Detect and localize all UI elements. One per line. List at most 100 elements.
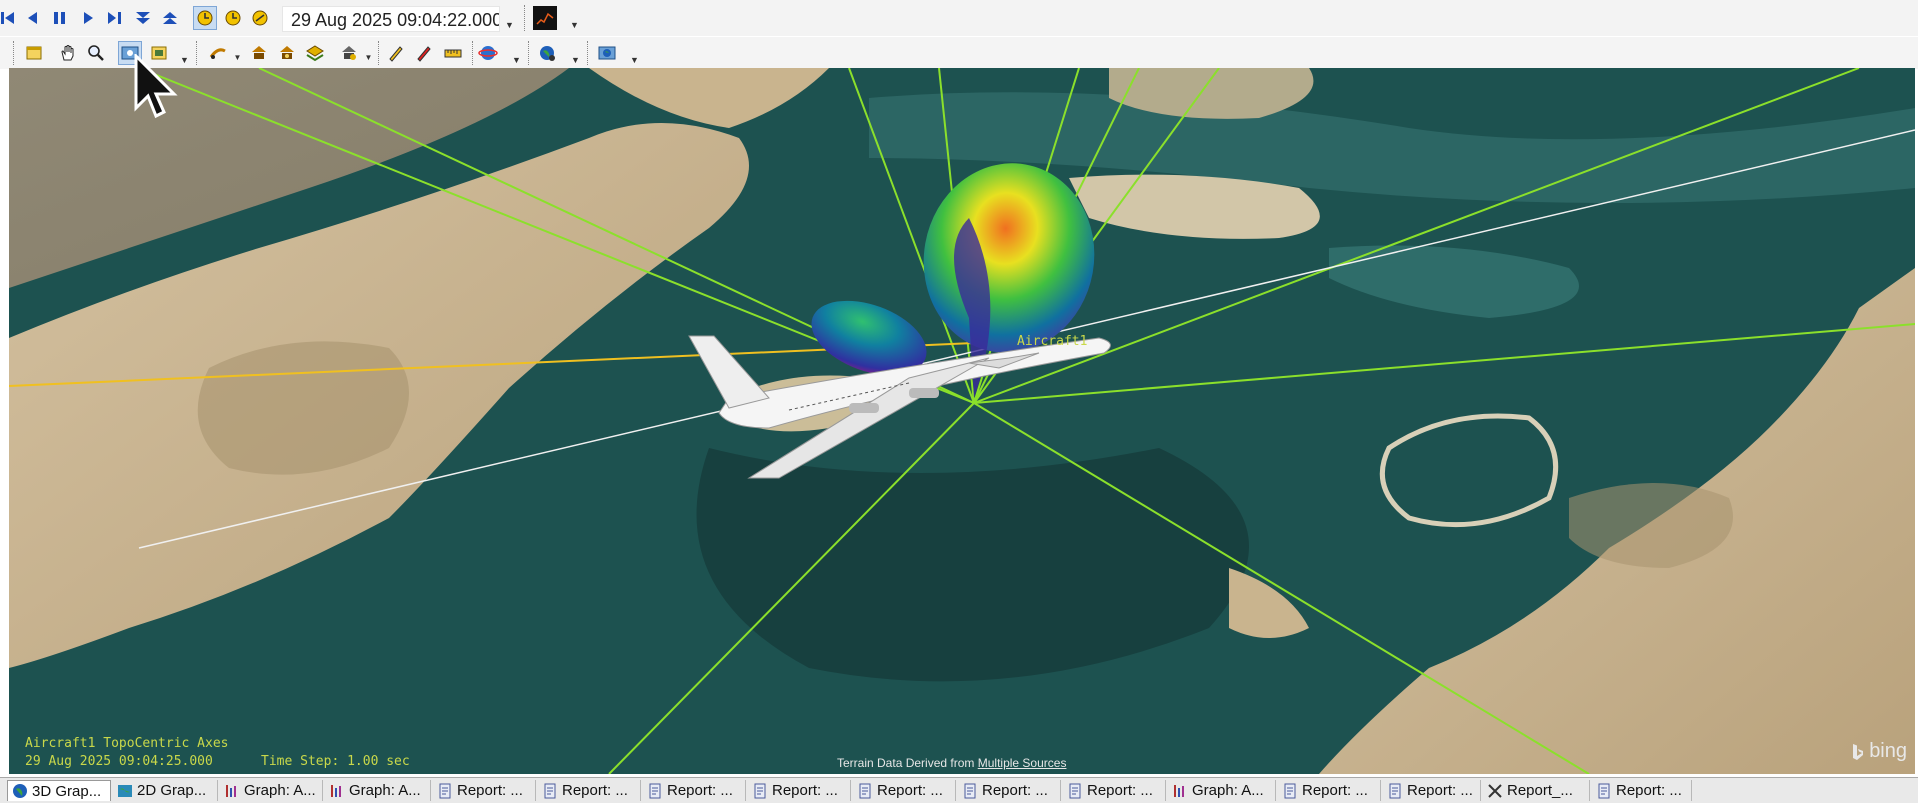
terrain-credit: Terrain Data Derived from Multiple Sourc… xyxy=(837,756,1066,770)
graph-icon xyxy=(1171,782,1188,799)
report-icon xyxy=(1281,782,1298,799)
ruler-icon[interactable] xyxy=(441,41,465,65)
tab-1[interactable]: 3D Grap... xyxy=(7,780,111,801)
tab-label: Report: ... xyxy=(1087,782,1153,799)
current-time-field[interactable]: 29 Aug 2025 09:04:22.000 xyxy=(282,6,500,32)
tab-label: Report: ... xyxy=(1302,782,1368,799)
tab-6[interactable]: Report: ... xyxy=(538,780,641,801)
report-icon xyxy=(751,782,768,799)
realtime-icon[interactable] xyxy=(193,6,217,30)
bing-b-icon xyxy=(1853,743,1864,760)
tools-icon xyxy=(1486,782,1503,799)
tab-16[interactable]: Report: ... xyxy=(1592,780,1692,801)
increase-time-step-icon[interactable] xyxy=(158,6,182,30)
globe-3d-icon xyxy=(11,783,28,800)
chart-dropdown-arrow[interactable]: ▼ xyxy=(570,8,579,30)
measure-dropdown-arrow[interactable]: ▼ xyxy=(233,40,242,62)
reset-icon[interactable] xyxy=(0,6,20,30)
sensor-icon[interactable] xyxy=(275,41,299,65)
zoom-icon[interactable] xyxy=(84,41,108,65)
graph-icon xyxy=(328,782,345,799)
tab-label: 3D Grap... xyxy=(32,782,102,800)
tab-label: Report_... xyxy=(1507,782,1573,799)
toolbar-separator xyxy=(587,41,590,65)
window-tab-strip: 3D Grap... 2D Grap... Graph: A... Graph: A.… xyxy=(0,777,1918,803)
step-back-icon[interactable] xyxy=(20,6,44,30)
terrain-credit-text: Terrain Data Derived from xyxy=(837,756,975,770)
report-icon xyxy=(646,782,663,799)
animation-toolbar: 29 Aug 2025 09:04:22.000 ▼ ▼ xyxy=(0,0,1918,37)
toolbar-separator xyxy=(472,41,475,65)
globe-icon[interactable] xyxy=(535,41,559,65)
x-realtime-icon[interactable] xyxy=(221,6,245,30)
properties-icon[interactable] xyxy=(22,41,46,65)
terrain-credit-link[interactable]: Multiple Sources xyxy=(978,756,1067,770)
tab-label: Report: ... xyxy=(772,782,838,799)
pan-hand-icon[interactable] xyxy=(56,41,80,65)
globe-object-icon[interactable] xyxy=(247,41,271,65)
access-icon[interactable] xyxy=(337,41,361,65)
save-image-icon[interactable] xyxy=(595,41,619,65)
tab-15[interactable]: Report_... xyxy=(1483,780,1590,801)
toolbar-separator xyxy=(378,41,381,65)
tab-14[interactable]: Report: ... xyxy=(1383,780,1481,801)
report-icon xyxy=(436,782,453,799)
tab-label: Report: ... xyxy=(1407,782,1473,799)
graph-icon xyxy=(223,782,240,799)
3d-globe-viewport[interactable]: Aircraft1 Aircraft1 TopoCentric Axes 29 … xyxy=(9,68,1915,774)
tab-12[interactable]: Graph: A... xyxy=(1168,780,1276,801)
tab-label: Report: ... xyxy=(667,782,733,799)
image-dropdown-arrow[interactable]: ▼ xyxy=(630,43,639,65)
toolbar-separator xyxy=(524,5,527,31)
time-dropdown-arrow[interactable]: ▼ xyxy=(505,8,514,30)
tab-10[interactable]: Report: ... xyxy=(958,780,1061,801)
tab-label: Graph: A... xyxy=(244,782,316,799)
play-icon[interactable] xyxy=(76,6,100,30)
pause-icon[interactable] xyxy=(48,6,72,30)
marker-pen-icon[interactable] xyxy=(412,41,436,65)
tab-9[interactable]: Report: ... xyxy=(853,780,956,801)
toolbar-separator xyxy=(528,41,531,65)
step-forward-icon[interactable] xyxy=(103,6,127,30)
view-dropdown-arrow[interactable]: ▼ xyxy=(180,43,189,65)
aircraft-label: Aircraft1 xyxy=(1017,334,1088,349)
aircraft-engine xyxy=(849,403,879,413)
bing-logo-text: bing xyxy=(1869,740,1907,762)
access-dropdown-arrow[interactable]: ▼ xyxy=(364,40,373,62)
tab-4[interactable]: Graph: A... xyxy=(325,780,431,801)
orbit-dropdown-arrow[interactable]: ▼ xyxy=(512,43,521,65)
report-icon xyxy=(856,782,873,799)
tab-label: Graph: A... xyxy=(349,782,421,799)
tab-label: Report: ... xyxy=(877,782,943,799)
tab-7[interactable]: Report: ... xyxy=(643,780,746,801)
axes-label: Aircraft1 TopoCentric Axes xyxy=(25,736,229,751)
tab-label: Report: ... xyxy=(1616,782,1682,799)
chart-window-icon[interactable] xyxy=(533,6,557,30)
tab-2[interactable]: 2D Grap... xyxy=(113,780,218,801)
tab-label: Report: ... xyxy=(562,782,628,799)
tab-label: Report: ... xyxy=(457,782,523,799)
viewer-toolbar: ▼ ▼ ▼ ▼ ▼ ▼ xyxy=(0,36,1918,69)
globe-dropdown-arrow[interactable]: ▼ xyxy=(571,43,580,65)
animation-mode-icon[interactable] xyxy=(248,6,272,30)
tab-label: Graph: A... xyxy=(1192,782,1264,799)
report-icon xyxy=(1386,782,1403,799)
decrease-time-step-icon[interactable] xyxy=(131,6,155,30)
scene-time-label: 29 Aug 2025 09:04:25.000 xyxy=(25,754,213,769)
tab-13[interactable]: Report: ... xyxy=(1278,780,1381,801)
report-icon xyxy=(1066,782,1083,799)
tab-label: Report: ... xyxy=(982,782,1048,799)
tab-11[interactable]: Report: ... xyxy=(1063,780,1166,801)
tab-8[interactable]: Report: ... xyxy=(748,780,851,801)
tab-5[interactable]: Report: ... xyxy=(433,780,536,801)
tab-label: 2D Grap... xyxy=(137,782,207,799)
aircraft-engine xyxy=(909,388,939,398)
layer-icon[interactable] xyxy=(303,41,327,65)
pencil-icon[interactable] xyxy=(384,41,408,65)
orbit-icon[interactable] xyxy=(476,41,500,65)
tab-3[interactable]: Graph: A... xyxy=(220,780,323,801)
report-icon xyxy=(961,782,978,799)
time-step-label: Time Step: 1.00 sec xyxy=(261,754,410,769)
report-icon xyxy=(1595,782,1612,799)
measure-icon[interactable] xyxy=(206,41,230,65)
